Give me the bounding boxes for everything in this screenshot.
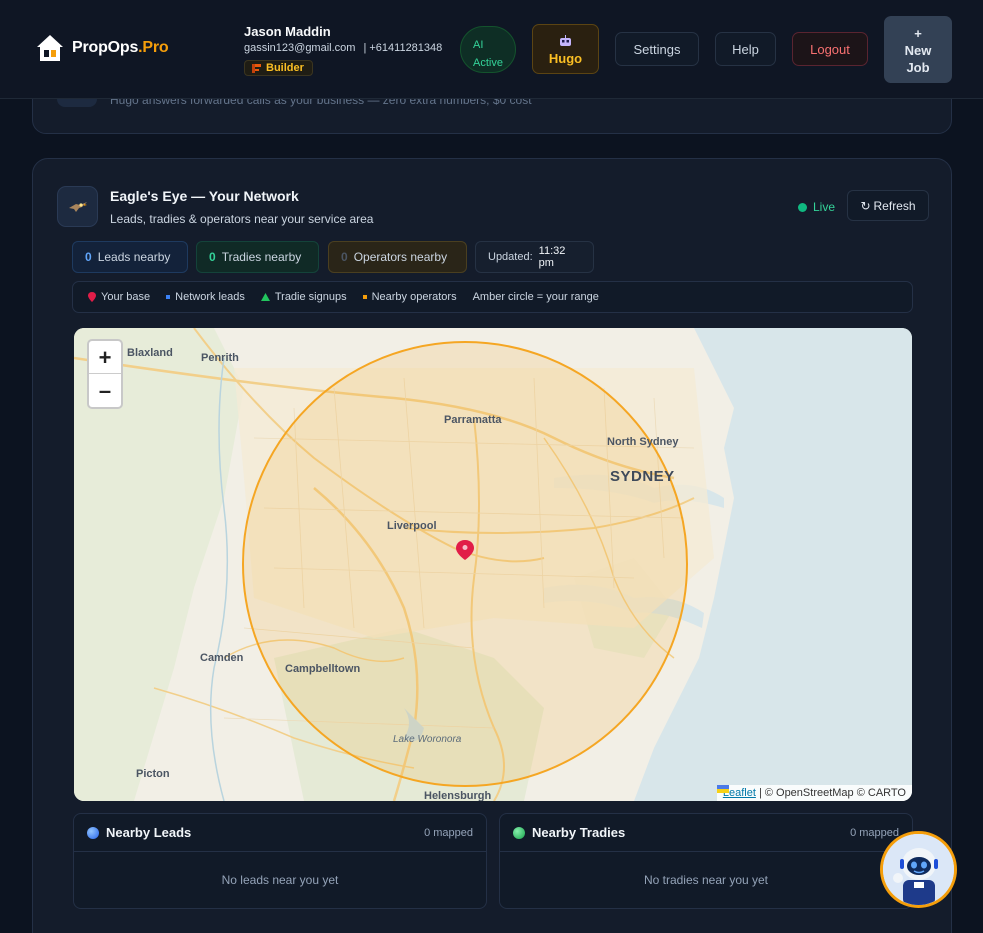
place-label: SYDNEY xyxy=(610,468,675,485)
tradies-count: 0 xyxy=(209,250,216,264)
legend-leads-label: Network leads xyxy=(175,291,245,303)
blue-globe-icon xyxy=(87,826,99,839)
updated-stat: Updated: 11:32 pm xyxy=(475,241,594,273)
leads-count: 0 xyxy=(85,250,92,264)
place-label: Parramatta xyxy=(444,414,502,426)
hugo-button[interactable]: Hugo xyxy=(532,24,599,74)
network-map[interactable]: + – Blaxland Penrith Parramatta North Sy… xyxy=(74,328,912,801)
zoom-out-button[interactable]: – xyxy=(89,374,121,407)
legend-operators-label: Nearby operators xyxy=(371,291,457,303)
green-globe-icon xyxy=(513,826,525,839)
new-job-line2: Job xyxy=(906,60,930,75)
nearby-tradies-title: Nearby Tradies xyxy=(532,825,626,840)
legend-tradies: Tradie signups xyxy=(260,291,347,303)
attribution-text: | © OpenStreetMap © CARTO xyxy=(758,787,906,799)
user-name: Jason Maddin xyxy=(244,24,331,39)
map-attribution: Leaflet | © OpenStreetMap © CARTO xyxy=(716,785,912,801)
place-label: Lake Woronora xyxy=(393,734,462,745)
legend-operators: Nearby operators xyxy=(362,291,457,303)
robot-icon xyxy=(533,35,598,51)
nearby-tradies-header: Nearby Tradies 0 mapped xyxy=(500,814,912,852)
amber-square-icon xyxy=(362,295,367,299)
nearby-tradies-count: 0 mapped xyxy=(850,826,899,839)
refresh-button[interactable]: ↻ Refresh xyxy=(847,190,929,221)
place-label: Helensburgh xyxy=(424,790,492,801)
zoom-in-button[interactable]: + xyxy=(89,341,121,374)
live-label: Live xyxy=(813,200,836,214)
ai-status-line1: AI xyxy=(473,39,484,51)
nearby-leads-title: Nearby Leads xyxy=(106,825,192,840)
ai-status-line2: Active xyxy=(473,57,503,69)
blue-square-icon xyxy=(166,295,171,299)
map-tiles xyxy=(74,328,912,801)
house-icon xyxy=(35,33,65,63)
builder-icon xyxy=(252,63,261,73)
role-badge: Builder xyxy=(244,60,313,76)
top-header: PropOps.Pro Jason Maddin gassin123@gmail… xyxy=(0,0,983,99)
updated-label: Updated: xyxy=(488,251,533,263)
ai-status-toggle[interactable]: AI Active xyxy=(460,26,516,73)
brand-logo[interactable]: PropOps.Pro xyxy=(35,33,169,63)
place-label: Penrith xyxy=(201,352,239,364)
nearby-leads-header: Nearby Leads 0 mapped xyxy=(74,814,486,852)
nearby-leads-panel: Nearby Leads 0 mapped No leads near you … xyxy=(73,813,487,909)
place-label: North Sydney xyxy=(607,436,679,448)
role-label: Builder xyxy=(266,62,304,74)
legend-tradies-label: Tradie signups xyxy=(274,291,347,303)
live-indicator: Live xyxy=(798,200,835,214)
nearby-tradies-panel: Nearby Tradies 0 mapped No tradies near … xyxy=(499,813,913,909)
refresh-label: Refresh xyxy=(873,198,916,213)
leads-label: Leads nearby xyxy=(97,250,171,264)
user-info: Jason Maddin gassin123@gmail.com | +61411… xyxy=(244,24,442,79)
eagles-eye-card: Eagle's Eye — Your Network Leads, tradie… xyxy=(32,158,952,933)
updated-time: 11:32 pm xyxy=(538,245,566,269)
nearby-tradies-empty: No tradies near you yet xyxy=(643,873,769,887)
brand-name-accent: .Pro xyxy=(138,39,169,56)
assistant-avatar-button[interactable] xyxy=(880,831,957,908)
pin-icon xyxy=(88,292,96,302)
brand-name-main: PropOps xyxy=(72,39,139,56)
place-label: Liverpool xyxy=(387,520,437,532)
robot-assistant-icon xyxy=(883,834,954,905)
legend-leads: Network leads xyxy=(166,291,245,303)
settings-button[interactable]: Settings xyxy=(615,32,699,66)
user-phone: | +61411281348 xyxy=(363,42,443,54)
legend-range-label: Amber circle = your range xyxy=(472,291,599,303)
legend-base-label: Your base xyxy=(101,291,151,303)
green-triangle-icon xyxy=(260,293,270,301)
user-contact: gassin123@gmail.com | +61411281348 xyxy=(244,42,442,54)
operators-nearby-stat[interactable]: 0 Operators nearby xyxy=(328,241,467,273)
brand-name: PropOps.Pro xyxy=(72,39,169,57)
new-job-line1: New xyxy=(904,43,932,58)
new-job-button[interactable]: + New Job xyxy=(884,16,952,83)
leads-nearby-stat[interactable]: 0 Leads nearby xyxy=(72,241,188,273)
nearby-leads-count: 0 mapped xyxy=(424,826,473,839)
hugo-label: Hugo xyxy=(548,51,583,66)
live-dot-icon xyxy=(798,202,807,212)
map-legend: Your base Network leads Tradie signups N… xyxy=(72,281,913,313)
eagle-icon xyxy=(57,186,98,227)
place-label: Blaxland xyxy=(127,347,173,359)
legend-base: Your base xyxy=(88,291,150,303)
refresh-icon: ↻ xyxy=(860,198,871,213)
logout-button[interactable]: Logout xyxy=(792,32,868,66)
legend-range: Amber circle = your range xyxy=(473,291,599,303)
place-label: Picton xyxy=(136,768,170,780)
user-email: gassin123@gmail.com xyxy=(244,42,356,54)
operators-count: 0 xyxy=(341,250,348,264)
operators-label: Operators nearby xyxy=(353,250,448,264)
tradies-label: Tradies nearby xyxy=(221,250,302,264)
card-subtitle: Leads, tradies & operators near your ser… xyxy=(110,212,374,226)
place-label: Camden xyxy=(200,652,244,664)
tradies-nearby-stat[interactable]: 0 Tradies nearby xyxy=(196,241,319,273)
help-button[interactable]: Help xyxy=(715,32,776,66)
place-label: Campbelltown xyxy=(285,663,361,675)
card-title: Eagle's Eye — Your Network xyxy=(110,188,299,204)
nearby-leads-empty: No leads near you yet xyxy=(221,873,339,887)
zoom-control: + – xyxy=(87,339,123,409)
new-job-plus: + xyxy=(914,26,922,41)
